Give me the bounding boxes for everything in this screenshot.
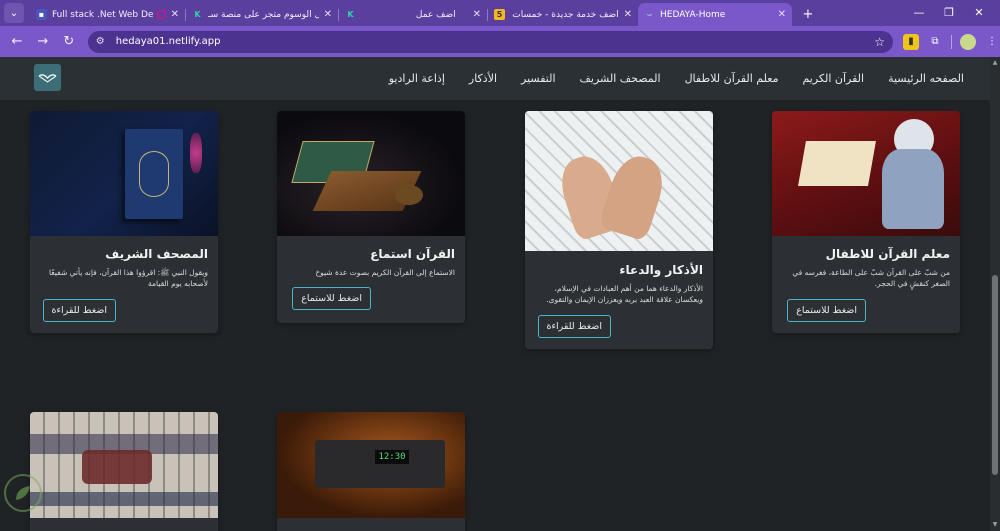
read-button[interactable]: اضغط للقراءة bbox=[42, 299, 116, 322]
scroll-down-icon[interactable]: ▼ bbox=[991, 521, 999, 529]
book-shape bbox=[125, 129, 183, 219]
page-scrollbar[interactable]: ▲ ▼ bbox=[990, 57, 1000, 531]
extension-icon[interactable]: ▮ bbox=[903, 33, 919, 50]
tab-label: Full stack .Net Web Develop bbox=[52, 9, 153, 20]
puzzle-icon[interactable]: ⧉ bbox=[927, 34, 943, 50]
scroll-thumb[interactable] bbox=[992, 275, 998, 475]
dua-image bbox=[525, 111, 713, 251]
site-info-icon[interactable]: ⚙ bbox=[96, 36, 110, 47]
record-icon bbox=[156, 10, 166, 19]
nav-link-azkar[interactable]: الأذكار bbox=[469, 72, 497, 85]
card-mushaf: المصحف الشريف ويقول النبي ﷺ: اقرؤوا هذا … bbox=[30, 111, 218, 333]
mushaf-image bbox=[30, 111, 218, 236]
tab-search-chevron-icon[interactable]: ⌄ bbox=[4, 3, 24, 23]
listen-button[interactable]: اضغط للاستماع bbox=[787, 299, 866, 322]
nav-link-mushaf[interactable]: المصحف الشريف bbox=[580, 72, 661, 85]
tab-label: أضف خدمة جديدة - خمسات bbox=[512, 9, 619, 20]
card-quran-listen: القرآن استماع الاستماع إلى القرآن الكريم… bbox=[277, 111, 465, 323]
card-body: معلم القرآن للاطفال من شبّ على القرآن شب… bbox=[772, 247, 960, 289]
card-title: الأذكار والدعاء bbox=[619, 263, 703, 277]
restore-icon[interactable]: ❐ bbox=[934, 3, 964, 21]
browser-toolbar: ← → ↻ ⚙ hedaya01.netlify.app ☆ ▮ ⧉ ⋮ bbox=[0, 26, 1000, 57]
hedaya-icon: ⌣ bbox=[646, 9, 653, 19]
back-arrow-icon[interactable]: ← bbox=[6, 31, 28, 53]
card-body: القرآن استماع الاستماع إلى القرآن الكريم… bbox=[277, 247, 465, 278]
address-bar[interactable]: ⚙ hedaya01.netlify.app ☆ bbox=[87, 30, 893, 53]
site-navbar: الصفحه الرئيسية القرآن الكريم معلم القرآ… bbox=[0, 57, 990, 100]
browser-tab-strip: ⌄ ▪ Full stack .Net Web Develop ✕ K ادخا… bbox=[0, 0, 1000, 26]
window-controls: — ❐ ✕ bbox=[904, 3, 994, 21]
close-icon[interactable]: ✕ bbox=[324, 9, 332, 20]
card-azkar: الأذكار والدعاء الأذكار والدعاء هما من أ… bbox=[525, 111, 713, 349]
reload-icon[interactable]: ↻ bbox=[58, 31, 80, 53]
forward-arrow-icon[interactable]: → bbox=[32, 31, 54, 53]
browser-tab-active[interactable]: ⌣ HEDAYA-Home ✕ bbox=[638, 3, 792, 26]
nav-link-tafsir[interactable]: التفسير bbox=[521, 72, 556, 85]
k-icon: K bbox=[194, 10, 201, 19]
minimize-icon[interactable]: — bbox=[904, 3, 934, 21]
browser-tab[interactable]: 5 أضف خدمة جديدة - خمسات ✕ bbox=[488, 3, 638, 26]
tafsir-books-image bbox=[30, 412, 218, 518]
card-body: الأذكار والدعاء الأذكار والدعاء هما من أ… bbox=[525, 263, 713, 305]
nav-link-radio[interactable]: إذاعة الراديو bbox=[389, 72, 445, 85]
scroll-up-icon[interactable]: ▲ bbox=[991, 59, 999, 67]
menu-kebab-icon[interactable]: ⋮ bbox=[984, 34, 1000, 50]
card-text: من شبّ على القرآن شبّ على الطاعة، فغرسه … bbox=[792, 268, 950, 288]
bookmark-star-icon[interactable]: ☆ bbox=[874, 35, 885, 49]
browser-tab[interactable]: ▪ Full stack .Net Web Develop ✕ bbox=[30, 3, 185, 26]
radio-display: 12:30 bbox=[375, 450, 409, 464]
flower-shape bbox=[190, 133, 202, 173]
card-tafsir bbox=[30, 412, 218, 531]
nav-link-home[interactable]: الصفحه الرئيسية bbox=[888, 72, 964, 85]
browser-tab[interactable]: K ادخال الوسوم متجر على منصة سـ ✕ bbox=[186, 3, 338, 26]
leaf-icon bbox=[16, 486, 30, 500]
card-radio: 12:30 bbox=[277, 412, 465, 531]
open-book-shape bbox=[798, 141, 876, 186]
nav-link-quran[interactable]: القرآن الكريم bbox=[802, 72, 864, 85]
nav-menu: الصفحه الرئيسية القرآن الكريم معلم القرآ… bbox=[389, 57, 964, 100]
hedaya-logo[interactable] bbox=[34, 64, 61, 91]
listen-button[interactable]: اضغط للاستماع bbox=[292, 287, 371, 310]
card-text: ويقول النبي ﷺ: اقرؤوا هذا القرآن، فإنه ي… bbox=[49, 268, 208, 288]
k-icon: K bbox=[347, 10, 354, 19]
radio-device-shape: 12:30 bbox=[315, 440, 445, 488]
radio-image: 12:30 bbox=[277, 412, 465, 518]
card-title: معلم القرآن للاطفال bbox=[825, 247, 950, 261]
tab-label: أضف عمل bbox=[415, 9, 456, 20]
divider bbox=[951, 34, 952, 49]
card-text: الاستماع إلى القرآن الكريم بصوت عدة شيوخ bbox=[315, 268, 455, 277]
chat-icon: ▪ bbox=[36, 9, 47, 20]
close-icon[interactable]: ✕ bbox=[624, 9, 632, 20]
close-icon[interactable]: ✕ bbox=[171, 9, 179, 20]
close-icon[interactable]: ✕ bbox=[473, 9, 481, 20]
card-body: المصحف الشريف ويقول النبي ﷺ: اقرؤوا هذا … bbox=[30, 247, 218, 289]
card-text: الأذكار والدعاء هما من أهم العبادات في ا… bbox=[546, 284, 703, 304]
profile-avatar[interactable] bbox=[960, 33, 976, 50]
read-button[interactable]: اضغط للقراءة bbox=[537, 315, 611, 338]
dates-bowl-shape bbox=[395, 185, 423, 205]
browser-tab[interactable]: K أضف عمل ✕ bbox=[339, 3, 487, 26]
quran-image bbox=[277, 111, 465, 236]
card-title: القرآن استماع bbox=[370, 247, 455, 261]
child-shape bbox=[882, 149, 944, 229]
book-band-shape bbox=[30, 492, 218, 506]
khamsat-icon: 5 bbox=[494, 9, 505, 20]
card-kids-teacher: معلم القرآن للاطفال من شبّ على القرآن شب… bbox=[772, 111, 960, 333]
card-title: المصحف الشريف bbox=[105, 247, 208, 261]
calligraphy-panel-shape bbox=[82, 450, 152, 484]
open-book-icon bbox=[38, 73, 57, 83]
kids-quran-image bbox=[772, 111, 960, 236]
url-text[interactable]: hedaya01.netlify.app bbox=[116, 36, 874, 47]
right-hand-shape bbox=[597, 150, 671, 242]
tab-label: HEDAYA-Home bbox=[660, 9, 726, 20]
tab-label: ادخال الوسوم متجر على منصة سـ bbox=[208, 9, 319, 20]
new-tab-button[interactable]: + bbox=[798, 4, 818, 24]
close-icon[interactable]: ✕ bbox=[778, 9, 786, 20]
nav-link-kids-teacher[interactable]: معلم القرآن للاطفال bbox=[685, 72, 779, 85]
ornament-icon bbox=[139, 151, 169, 197]
close-window-icon[interactable]: ✕ bbox=[964, 3, 994, 21]
watermark-logo bbox=[4, 474, 42, 512]
